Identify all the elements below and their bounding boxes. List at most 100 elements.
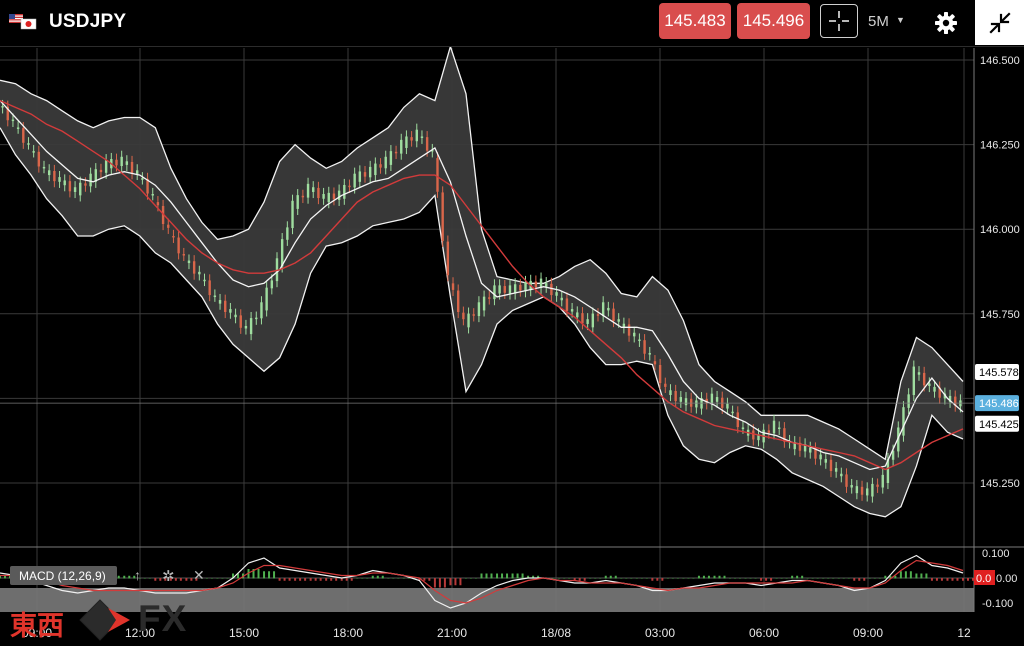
macd-histogram-bar	[516, 573, 519, 579]
macd-histogram-bar	[946, 578, 949, 581]
candle-body	[270, 280, 274, 289]
candle-body	[627, 324, 631, 336]
macd-histogram-bar	[702, 575, 705, 579]
macd-histogram-bar	[718, 575, 721, 579]
macd-histogram-bar	[428, 578, 431, 581]
candle-body	[420, 136, 424, 138]
candle-body	[664, 383, 667, 387]
macd-histogram-bar	[423, 578, 426, 581]
candle-body	[772, 420, 776, 434]
candle-body	[182, 254, 185, 256]
gear-icon[interactable]: ✲	[162, 567, 175, 585]
macd-histogram-bar	[640, 578, 643, 579]
macd-histogram-bar	[589, 578, 592, 579]
arrow-up-icon[interactable]: ↑	[134, 567, 141, 583]
macd-histogram-bar	[760, 578, 763, 581]
macd-histogram-bar	[356, 578, 359, 579]
macd-histogram-bar	[304, 578, 307, 581]
macd-histogram-bar	[687, 578, 690, 579]
settings-button[interactable]	[924, 6, 968, 40]
macd-indicator-label[interactable]: MACD (12,26,9)	[10, 566, 117, 585]
symbol-title[interactable]: USDJPY	[49, 11, 126, 33]
candle-body	[213, 295, 217, 298]
macd-histogram-bar	[822, 578, 825, 579]
macd-tick-label: 0.00	[996, 573, 1017, 585]
time-tick-label: 18/08	[541, 626, 571, 640]
macd-histogram-bar	[816, 578, 819, 579]
macd-histogram-bar	[915, 573, 918, 579]
macd-tick-label: -0.100	[982, 598, 1013, 610]
crosshair-icon	[829, 11, 849, 31]
candle-body	[451, 283, 455, 290]
buy-price-button[interactable]: 145.496	[737, 3, 810, 39]
candle-body	[596, 314, 600, 316]
macd-histogram-bar	[780, 578, 783, 579]
candle-body	[322, 194, 325, 199]
candle-body	[829, 459, 833, 472]
candle-body	[260, 302, 263, 319]
macd-histogram-bar	[868, 578, 871, 579]
candle-body	[363, 172, 367, 177]
collapse-button[interactable]	[975, 0, 1024, 45]
price-chart[interactable]: 146.500 146.250 146.000 145.750 145.250 145.5…	[0, 47, 1024, 646]
price-axis: 146.500 146.250 146.000 145.750 145.250 145.5…	[975, 55, 1020, 490]
candle-body	[917, 372, 921, 375]
macd-histogram-bar	[609, 575, 612, 579]
candle-body	[203, 279, 206, 282]
candle-body	[291, 200, 294, 229]
candle-body	[42, 166, 46, 169]
candle-body	[89, 173, 92, 187]
interval-dropdown[interactable]: 5M ▼	[868, 13, 905, 30]
candle-body	[384, 156, 387, 169]
macd-histogram-bar	[837, 578, 840, 579]
candle-body	[208, 280, 211, 296]
macd-histogram-bar	[635, 578, 638, 579]
candle-body	[265, 287, 268, 311]
macd-histogram-bar	[563, 578, 566, 579]
macd-histogram-bar	[713, 575, 716, 579]
macd-histogram-bar	[4, 575, 6, 579]
candle-body	[343, 184, 346, 199]
candle-body	[53, 170, 56, 182]
candle-body	[912, 366, 916, 396]
close-icon[interactable]: ✕	[193, 567, 205, 584]
macd-histogram-bar	[263, 571, 266, 579]
macd-histogram-bar	[143, 578, 146, 579]
candle-body	[104, 160, 108, 173]
candle-body	[607, 307, 610, 311]
macd-histogram-bar	[671, 578, 674, 579]
macd-histogram-bar	[925, 573, 928, 579]
macd-histogram-bar	[443, 578, 446, 588]
candle-body	[410, 137, 413, 141]
macd-histogram-bar	[154, 578, 157, 581]
macd-histogram-bar	[552, 578, 555, 579]
candle-body	[11, 119, 15, 122]
candle-body	[767, 430, 771, 433]
candle-body	[581, 313, 584, 324]
macd-histogram-bar	[294, 578, 297, 581]
time-tick-label: 12	[957, 626, 971, 640]
candle-body	[669, 390, 672, 396]
macd-histogram-bar	[858, 578, 861, 581]
candle-body	[192, 261, 196, 274]
macd-histogram-bar	[754, 578, 757, 579]
macd-histogram-bar	[392, 578, 395, 579]
candle-body	[79, 182, 82, 196]
macd-histogram-bar	[884, 575, 887, 579]
candle-body	[508, 285, 512, 294]
candle-body	[389, 151, 393, 165]
candle-body	[845, 474, 848, 487]
crosshair-button[interactable]	[820, 4, 858, 38]
macd-histogram-bar	[791, 575, 794, 579]
macd-histogram-bar	[257, 569, 260, 579]
candle-body	[741, 427, 745, 430]
candle-body	[130, 161, 134, 174]
macd-histogram-bar	[909, 571, 912, 579]
time-tick-label: 15:00	[229, 626, 259, 640]
macd-histogram-bar	[847, 578, 850, 579]
sell-price-button[interactable]: 145.483	[659, 3, 731, 39]
candle-body	[229, 309, 232, 313]
candle-body	[379, 164, 382, 168]
macd-histogram-bar	[614, 575, 617, 579]
candle-body	[534, 281, 538, 288]
